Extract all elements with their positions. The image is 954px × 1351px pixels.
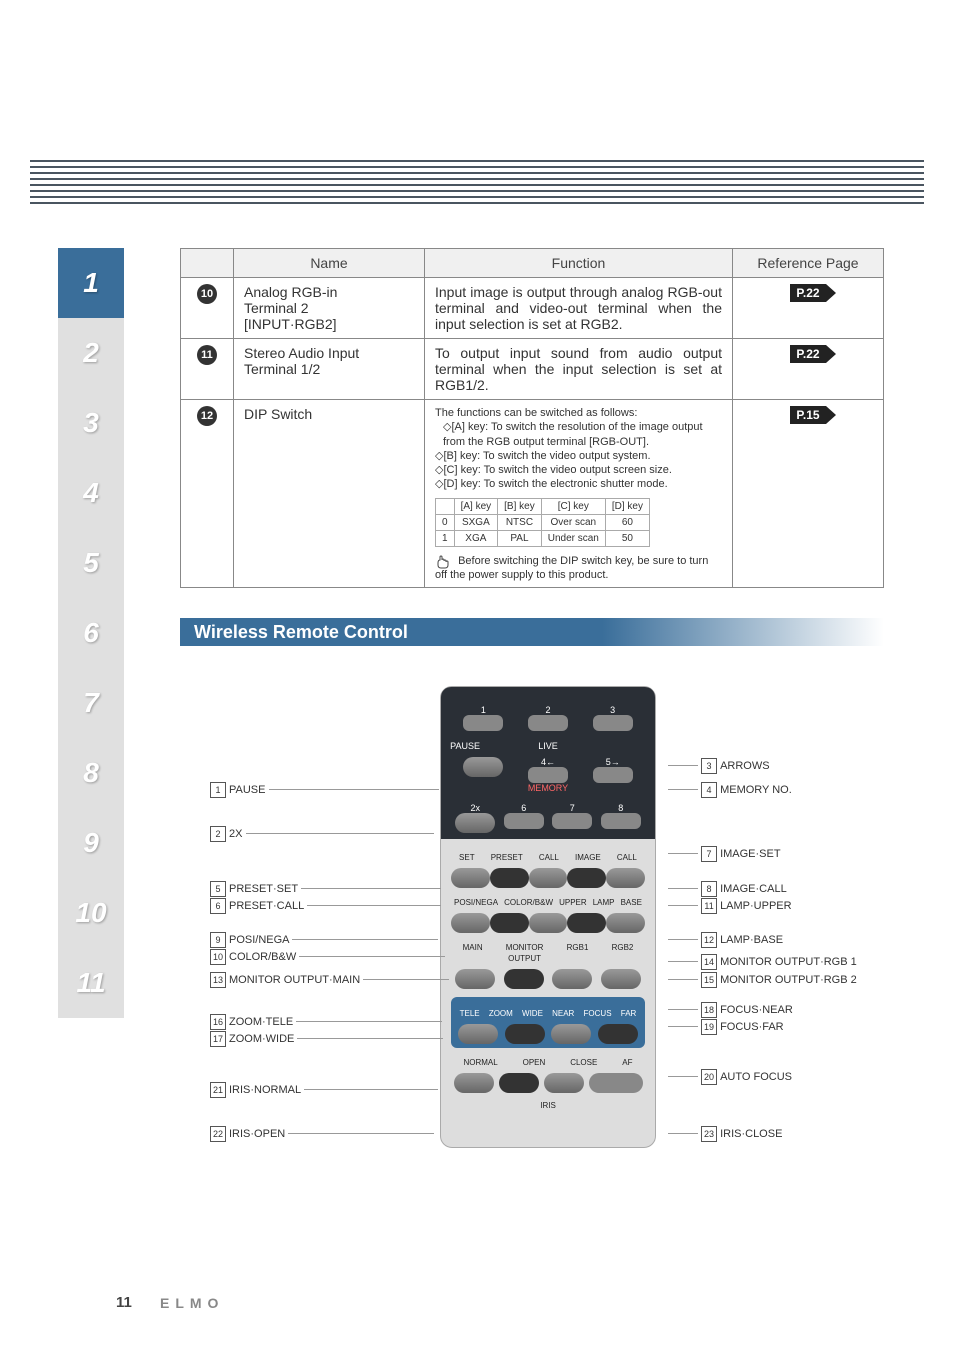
callout-right: 15MONITOR OUTPUT·RGB 2 bbox=[668, 972, 857, 988]
callout-right: 18FOCUS·NEAR bbox=[668, 1002, 793, 1018]
remote-btn bbox=[463, 715, 503, 731]
side-1: 1 bbox=[58, 248, 124, 318]
side-8: 8 bbox=[58, 738, 124, 808]
page-ref-badge: P.15 bbox=[790, 406, 825, 424]
hand-icon bbox=[435, 553, 451, 569]
callout-left: 21IRIS·NORMAL bbox=[210, 1082, 438, 1098]
callout-left: 10COLOR/B&W bbox=[210, 949, 445, 965]
terminal-table: Name Function Reference Page 10 Analog R… bbox=[180, 248, 884, 588]
col-ref: Reference Page bbox=[733, 249, 884, 278]
callout-right: 20AUTO FOCUS bbox=[668, 1069, 792, 1085]
side-3: 3 bbox=[58, 388, 124, 458]
table-row: 10 Analog RGB-in Terminal 2 [INPUT·RGB2]… bbox=[181, 278, 884, 339]
callout-left: 22X bbox=[210, 826, 434, 842]
section-title: Wireless Remote Control bbox=[180, 618, 884, 646]
remote-btn bbox=[528, 767, 568, 783]
brand-logo: ELMO bbox=[160, 1295, 224, 1311]
remote-btn bbox=[593, 767, 633, 783]
side-2: 2 bbox=[58, 318, 124, 388]
col-function: Function bbox=[425, 249, 733, 278]
callout-right: 19FOCUS·FAR bbox=[668, 1019, 784, 1035]
remote-diagram: 1 2 3 PAUSE LIVE 4←MEMORY 5→ bbox=[180, 686, 884, 1206]
callout-left: 13MONITOR OUTPUT·MAIN bbox=[210, 972, 449, 988]
row-func-dip: The functions can be switched as follows… bbox=[425, 400, 733, 588]
row-num: 12 bbox=[197, 406, 217, 426]
row-func: Input image is output through analog RGB… bbox=[425, 278, 733, 339]
dip-line: ◇[D] key: To switch the electronic shutt… bbox=[435, 477, 722, 491]
callout-right: 7IMAGE·SET bbox=[668, 846, 781, 862]
callout-right: 8IMAGE·CALL bbox=[668, 881, 787, 897]
table-row: 11 Stereo Audio Input Terminal 1/2 To ou… bbox=[181, 339, 884, 400]
callout-right: 14MONITOR OUTPUT·RGB 1 bbox=[668, 954, 857, 970]
callout-right: 12LAMP·BASE bbox=[668, 932, 783, 948]
remote-btn-2x bbox=[455, 813, 495, 833]
side-9: 9 bbox=[58, 808, 124, 878]
dip-line: ◇[B] key: To switch the video output sys… bbox=[435, 449, 722, 463]
side-7: 7 bbox=[58, 668, 124, 738]
dip-intro: The functions can be switched as follows… bbox=[435, 406, 722, 420]
table-row: 12 DIP Switch The functions can be switc… bbox=[181, 400, 884, 588]
side-6: 6 bbox=[58, 598, 124, 668]
row-name: Analog RGB-in Terminal 2 [INPUT·RGB2] bbox=[234, 278, 425, 339]
row-name: DIP Switch bbox=[234, 400, 425, 588]
section-index-sidebar: 1 2 3 4 5 6 7 8 9 10 11 bbox=[58, 248, 124, 1018]
page-number: 11 bbox=[116, 1294, 132, 1311]
header-stripes bbox=[30, 160, 924, 220]
callout-right: 23IRIS·CLOSE bbox=[668, 1126, 782, 1142]
remote-btn-pause bbox=[463, 757, 503, 777]
dip-line: ◇[C] key: To switch the video output scr… bbox=[435, 463, 722, 477]
page-ref-badge: P.22 bbox=[790, 345, 825, 363]
callout-left: 17ZOOM·WIDE bbox=[210, 1031, 443, 1047]
content: Name Function Reference Page 10 Analog R… bbox=[180, 248, 884, 1206]
side-5: 5 bbox=[58, 528, 124, 598]
callout-right: 11LAMP·UPPER bbox=[668, 898, 792, 914]
callout-left: 22IRIS·OPEN bbox=[210, 1126, 434, 1142]
remote-btn bbox=[528, 715, 568, 731]
remote-btn bbox=[601, 813, 641, 829]
remote-btn bbox=[593, 715, 633, 731]
page: 1 2 3 4 5 6 7 8 9 10 11 Name Function Re… bbox=[0, 0, 954, 1351]
dip-note: Before switching the DIP switch key, be … bbox=[435, 553, 722, 581]
callout-left: 16ZOOM·TELE bbox=[210, 1014, 442, 1030]
dip-line: ◇[A] key: To switch the resolution of th… bbox=[435, 420, 722, 449]
row-num: 10 bbox=[197, 284, 217, 304]
callout-left: 6PRESET·CALL bbox=[210, 898, 441, 914]
row-func: To output input sound from audio output … bbox=[425, 339, 733, 400]
callout-right: 3ARROWS bbox=[668, 758, 770, 774]
callout-left: 5PRESET·SET bbox=[210, 881, 441, 897]
remote-btn bbox=[504, 813, 544, 829]
remote-body: 1 2 3 PAUSE LIVE 4←MEMORY 5→ bbox=[440, 686, 656, 1148]
callout-right: 4MEMORY NO. bbox=[668, 782, 792, 798]
row-name: Stereo Audio Input Terminal 1/2 bbox=[234, 339, 425, 400]
remote-btn bbox=[552, 813, 592, 829]
row-num: 11 bbox=[197, 345, 217, 365]
col-name: Name bbox=[234, 249, 425, 278]
callout-left: 1PAUSE bbox=[210, 782, 439, 798]
page-ref-badge: P.22 bbox=[790, 284, 825, 302]
side-4: 4 bbox=[58, 458, 124, 528]
side-11: 11 bbox=[58, 948, 124, 1018]
callout-left: 9POSI/NEGA bbox=[210, 932, 438, 948]
remote-top-panel: 1 2 3 PAUSE LIVE 4←MEMORY 5→ bbox=[441, 687, 655, 839]
dip-inner-table: [A] key [B] key [C] key [D] key 0 SXGA N… bbox=[435, 498, 650, 547]
col-num bbox=[181, 249, 234, 278]
side-10: 10 bbox=[58, 878, 124, 948]
